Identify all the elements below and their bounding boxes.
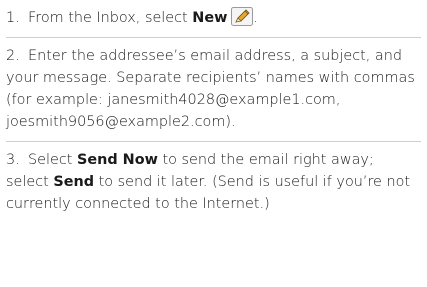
- step-text: Select: [28, 152, 77, 168]
- new-label: New: [192, 10, 228, 26]
- step-number: 3.: [6, 152, 20, 168]
- send-now-label: Send Now: [76, 152, 158, 168]
- step-1: 1. From the Inbox, select New .: [6, 7, 421, 38]
- step-text: From the Inbox, select: [28, 10, 193, 26]
- step-text: Enter the addressee’s email address, a s…: [6, 48, 415, 130]
- instructions-page: 1. From the Inbox, select New . 2. Enter t…: [0, 0, 427, 287]
- send-label: Send: [53, 174, 95, 190]
- step-text-end: .: [253, 10, 258, 26]
- step-number: 2.: [6, 48, 20, 64]
- step-2: 2. Enter the addressee’s email address, a…: [6, 38, 421, 142]
- pencil-new-message-icon: [231, 7, 254, 26]
- step-number: 1.: [6, 10, 20, 26]
- step-3: 3. Select Send Now to send the email righ…: [6, 142, 421, 223]
